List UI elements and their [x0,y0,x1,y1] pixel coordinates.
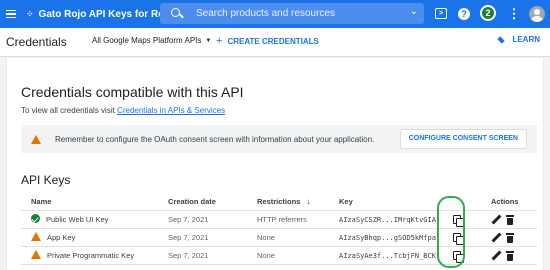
copy-buttons-highlight [437,196,465,268]
warning-text: Remember to configure the OAuth consent … [55,134,375,144]
header-key[interactable]: Key [339,193,353,211]
edit-icon[interactable] [491,232,501,244]
page-title: Credentials [6,35,67,49]
plus-icon: + [216,35,223,47]
delete-icon[interactable] [506,251,514,261]
api-keys-title: API Keys [21,173,71,187]
key-name-cell[interactable]: App Key [31,229,75,247]
search-icon [170,7,184,21]
key-name: Private Programmatic Key [47,251,135,260]
avatar[interactable] [529,6,545,22]
key-value: AIzaSyCSZR...IMrqKtvGIA [339,216,436,224]
key-value: AIzaSyAe3f...TcbjFN_BCK [339,252,436,260]
key-value: AIzaSyBhqp...gSOD5kMfpa [339,234,436,242]
project-dots-icon: ⁘ [26,8,34,19]
creation-date: Sep 7, 2021 [168,251,209,260]
learn-button[interactable]: LEARN [496,35,540,44]
credentials-description: To view all credentials visit Credential… [21,106,225,115]
hamburger-icon[interactable] [6,9,16,19]
header-restrictions[interactable]: Restrictions ↓ [257,193,310,211]
key-name: Public Web UI Key [46,215,109,224]
header-name[interactable]: Name [31,193,51,211]
credentials-link[interactable]: Credentials in APIs & Services [117,106,225,115]
compatible-heading: Credentials compatible with this API [21,84,244,100]
consent-warning-banner: Remember to configure the OAuth consent … [21,125,537,153]
delete-icon[interactable] [506,233,514,243]
learn-label: LEARN [512,35,540,44]
expand-search-icon[interactable]: ⌄ [410,6,418,17]
notifications-badge[interactable]: 2 [480,5,496,21]
more-vert-icon[interactable]: ⋮ [506,6,522,22]
header-restrictions-label: Restrictions [257,197,301,206]
edit-icon[interactable] [491,214,501,226]
terminal-icon[interactable]: > [435,8,447,19]
help-icon[interactable]: ? [458,8,470,20]
header-date[interactable]: Creation date [168,193,216,211]
page-header: Credentials All Google Maps Platform API… [0,28,550,57]
key-name-cell[interactable]: Public Web UI Key [31,211,108,229]
configure-consent-button[interactable]: CONFIGURE CONSENT SCREEN [399,129,527,149]
restrictions: HTTP referrers [257,215,307,224]
key-name: App Key [47,233,76,242]
school-icon [496,35,508,44]
warning-icon [31,232,41,241]
search-box[interactable]: Search products and resources ⌄ [160,3,424,24]
restrictions: None [257,233,275,242]
create-credentials-button[interactable]: + CREATE CREDENTIALS [216,35,319,47]
description-text: To view all credentials visit [21,106,118,115]
restrictions: None [257,251,275,260]
arrow-down-icon: ↓ [306,197,311,206]
header-actions: Actions [491,197,519,206]
delete-icon[interactable] [506,215,514,225]
create-credentials-label: CREATE CREDENTIALS [227,36,319,46]
api-filter-dropdown[interactable]: All Google Maps Platform APIs ▼ [92,36,211,45]
edit-icon[interactable] [491,250,501,262]
check-circle-icon [31,214,40,223]
chevron-down-icon: ▼ [205,37,212,44]
top-app-bar: ⁘ Gato Rojo API Keys for Redcat ▼ Search… [0,0,550,28]
filter-label: All Google Maps Platform APIs [92,36,202,45]
search-input[interactable]: Search products and resources [196,8,335,19]
creation-date: Sep 7, 2021 [168,215,209,224]
warning-icon [31,250,41,259]
key-name-cell[interactable]: Private Programmatic Key [31,247,134,265]
warning-icon [31,134,41,144]
creation-date: Sep 7, 2021 [168,233,209,242]
